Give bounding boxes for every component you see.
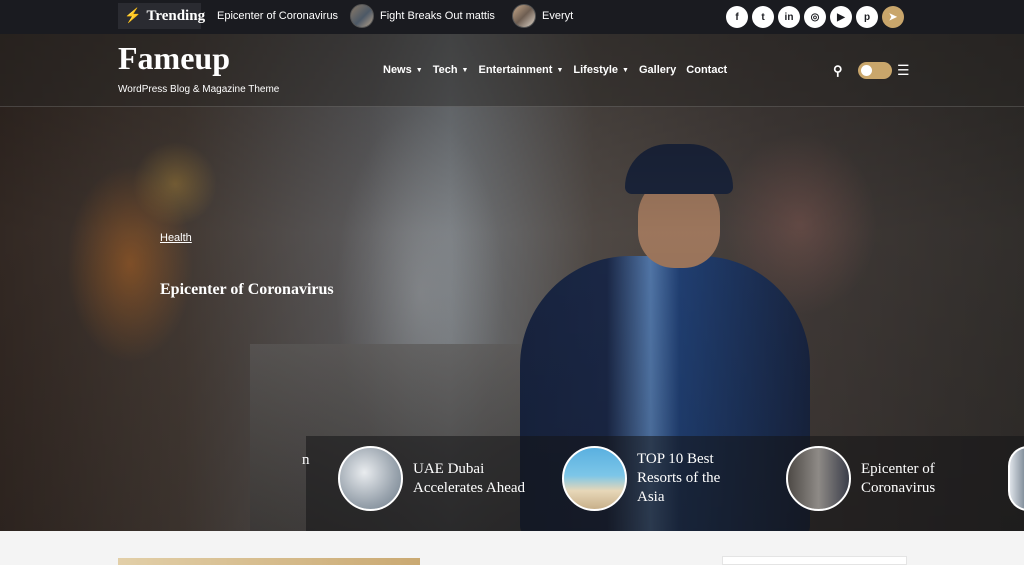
ticker-text: Fight Breaks Out mattis (380, 10, 495, 22)
hero-category-link[interactable]: Health (160, 232, 192, 244)
nav-item-tech[interactable]: Tech ▼ (433, 64, 469, 76)
ticker-item[interactable]: Everyt (512, 3, 573, 29)
ticker-item[interactable]: Fight Breaks Out mattis (350, 3, 495, 29)
slider-thumbnail (338, 446, 403, 511)
nav-label: Gallery (638, 64, 677, 76)
trending-label: Trending (146, 7, 206, 24)
facebook-icon[interactable]: f (726, 6, 748, 28)
nav-label: Lifestyle (573, 64, 619, 76)
nav-item-news[interactable]: News ▼ (383, 64, 423, 76)
nav-item-gallery[interactable]: Gallery (639, 64, 676, 76)
linkedin-icon[interactable]: in (778, 6, 800, 28)
site-logo[interactable]: Fameup (118, 40, 230, 77)
nav-item-entertainment[interactable]: Entertainment ▼ (478, 64, 563, 76)
instagram-icon[interactable]: ◎ (804, 6, 826, 28)
youtube-icon[interactable]: ▶ (830, 6, 852, 28)
chevron-down-icon: ▼ (461, 66, 469, 74)
slider-title: UAE Dubai Accelerates Ahead (413, 460, 526, 496)
dark-mode-toggle[interactable] (858, 62, 892, 79)
slider-thumbnail (786, 446, 851, 511)
ticker-item[interactable]: Epicenter of Coronavirus (217, 3, 338, 29)
post-slider: UAE Dubai Accelerates Ahead TOP 10 Best … (306, 436, 1024, 531)
slider-item[interactable]: UAE Dubai Accelerates Ahead (338, 446, 543, 511)
slider-title: Epicenter of Coronavirus (861, 460, 936, 496)
social-links: f t in ◎ ▶ p ➤ (726, 6, 904, 28)
twitter-icon[interactable]: t (752, 6, 774, 28)
toggle-knob (861, 65, 872, 76)
telegram-icon[interactable]: ➤ (882, 6, 904, 28)
hero-title[interactable]: Epicenter of Coronavirus (160, 281, 334, 299)
slider-title: TOP 10 Best Resorts of the Asia (637, 451, 721, 505)
nav-label: Contact (686, 64, 728, 76)
slider-item[interactable]: Epicenter of Coronavirus (786, 446, 961, 511)
nav-label: News (383, 64, 412, 76)
top-bar: ⚡ Trending Epicenter of Coronavirus Figh… (0, 0, 1024, 34)
slider-item[interactable]: TOP 10 Best Resorts of the Asia (562, 446, 747, 511)
chevron-down-icon: ▼ (415, 66, 423, 74)
post-image[interactable] (118, 558, 420, 565)
nav-label: Entertainment (478, 64, 553, 76)
nav-item-lifestyle[interactable]: Lifestyle ▼ (573, 64, 629, 76)
nav-label: Tech (432, 64, 458, 76)
slider-clipped-text: n (302, 452, 310, 468)
chevron-down-icon: ▼ (622, 66, 629, 74)
lightning-icon: ⚡ (124, 8, 142, 24)
pinterest-icon[interactable]: p (856, 6, 878, 28)
nav-item-contact[interactable]: Contact (686, 64, 727, 76)
slider-thumbnail (1008, 446, 1024, 511)
site-tagline: WordPress Blog & Magazine Theme (118, 84, 280, 95)
site-header: Fameup WordPress Blog & Magazine Theme N… (0, 34, 1024, 107)
menu-icon[interactable]: ☰ (897, 62, 910, 79)
slider-thumbnail (562, 446, 627, 511)
ticker-text: Epicenter of Coronavirus (217, 10, 339, 22)
ticker-thumbnail (350, 4, 374, 28)
trending-badge: ⚡ Trending (118, 3, 205, 29)
search-icon[interactable]: ⚲ (833, 63, 843, 79)
main-nav: News ▼ Tech ▼ Entertainment ▼ Lifestyle ▼ Ga… (383, 64, 727, 76)
sidebar-widget (722, 556, 907, 565)
slider-item-partial[interactable] (1008, 446, 1024, 511)
chevron-down-icon: ▼ (556, 66, 564, 74)
ticker-text: Everyt (542, 10, 574, 22)
ticker-thumbnail (512, 4, 536, 28)
